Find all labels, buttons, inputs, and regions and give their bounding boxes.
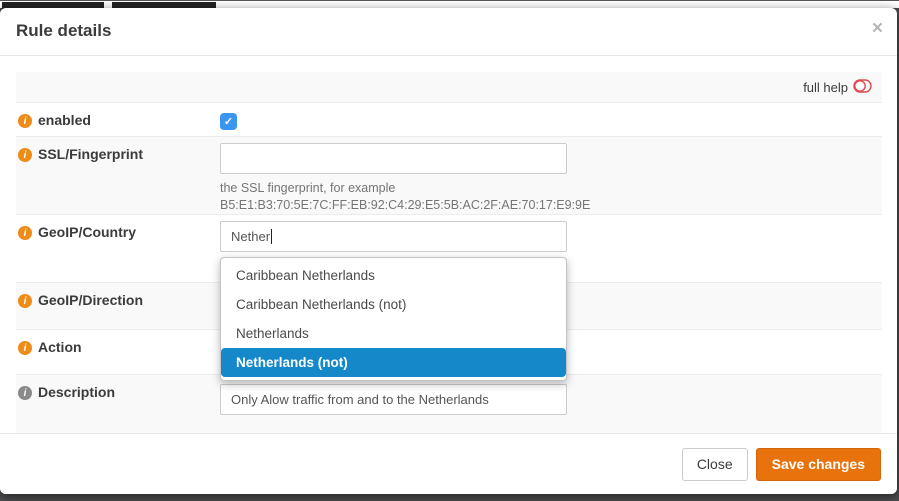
dropdown-option[interactable]: Caribbean Netherlands — [221, 261, 566, 290]
info-icon[interactable]: i — [18, 294, 32, 308]
close-button[interactable]: Close — [682, 448, 748, 481]
close-icon[interactable]: × — [872, 18, 883, 40]
country-autocomplete-dropdown: Caribbean Netherlands Caribbean Netherla… — [220, 257, 567, 381]
geoip-direction-label: GeoIP/Direction — [38, 292, 143, 308]
description-row: i Description — [16, 375, 882, 433]
modal-footer: Close Save changes — [0, 433, 897, 494]
ssl-fingerprint-label: SSL/Fingerprint — [38, 146, 143, 162]
geoip-country-input[interactable]: Nether — [220, 221, 567, 252]
description-label-group: i Description — [16, 375, 220, 433]
rule-details-modal: Rule details × full help i enabled ✓ — [0, 8, 897, 494]
info-icon[interactable]: i — [18, 114, 32, 128]
info-icon[interactable]: i — [18, 148, 32, 162]
geoip-country-label-group: i GeoIP/Country — [16, 215, 220, 282]
description-label: Description — [38, 384, 115, 400]
full-help-label: full help — [803, 80, 848, 95]
ssl-fingerprint-input[interactable] — [220, 143, 567, 174]
dropdown-option-highlighted[interactable]: Netherlands (not) — [221, 348, 566, 377]
info-icon[interactable]: i — [18, 226, 32, 240]
full-help-row: full help — [16, 72, 882, 103]
ssl-fingerprint-row: i SSL/Fingerprint the SSL fingerprint, f… — [16, 137, 882, 215]
toggle-off-icon[interactable] — [853, 79, 872, 96]
geoip-direction-label-group: i GeoIP/Direction — [16, 283, 220, 329]
ssl-help-text: the SSL fingerprint, for example B5:E1:B… — [220, 180, 860, 213]
ssl-label-group: i SSL/Fingerprint — [16, 137, 220, 214]
enabled-row: i enabled ✓ — [16, 103, 882, 137]
ssl-help-line1: the SSL fingerprint, for example — [220, 180, 860, 197]
full-help-toggle[interactable]: full help — [803, 79, 872, 96]
text-caret — [271, 229, 272, 244]
save-changes-button[interactable]: Save changes — [756, 448, 881, 481]
action-label: Action — [38, 339, 82, 355]
enabled-label: enabled — [38, 112, 91, 128]
clipped-page-heading — [0, 0, 899, 8]
dropdown-option[interactable]: Caribbean Netherlands (not) — [221, 290, 566, 319]
enabled-label-group: i enabled — [16, 103, 220, 136]
action-label-group: i Action — [16, 330, 220, 374]
geoip-country-label: GeoIP/Country — [38, 224, 136, 240]
dropdown-option[interactable]: Netherlands — [221, 319, 566, 348]
ssl-help-line2: B5:E1:B3:70:5E:7C:FF:EB:92:C4:29:E5:5B:A… — [220, 197, 860, 214]
geoip-country-value: Nether — [231, 229, 270, 244]
modal-header: Rule details × — [0, 8, 897, 56]
enabled-checkbox[interactable]: ✓ — [220, 113, 237, 130]
modal-title: Rule details — [16, 21, 881, 41]
info-icon[interactable]: i — [18, 386, 32, 400]
description-input[interactable] — [220, 384, 567, 415]
info-icon[interactable]: i — [18, 341, 32, 355]
